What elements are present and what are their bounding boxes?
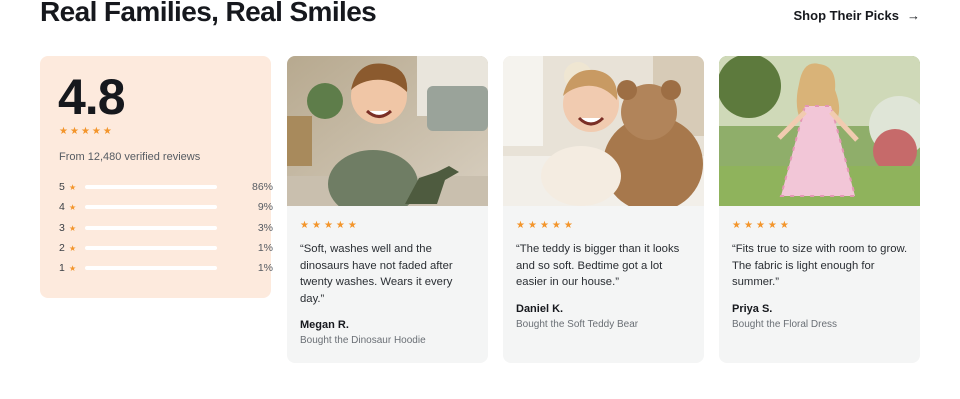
star-icon: ★ (779, 220, 789, 231)
distribution-star-count: 3 (59, 222, 65, 234)
star-icon: ★ (755, 220, 765, 231)
rating-distribution-row: 3 ★ 3% (59, 222, 273, 234)
star-icon: ★ (335, 220, 345, 231)
distribution-star-count: 5 (59, 181, 65, 193)
star-icon: ★ (69, 126, 79, 137)
arrow-right-icon: → (907, 8, 920, 23)
star-icon: ★ (102, 126, 112, 137)
review-card[interactable]: ★ ★ ★ ★ ★ “Soft, washes well and the din… (287, 56, 488, 363)
star-icon: ★ (732, 220, 741, 231)
star-icon: ★ (91, 126, 101, 137)
reviewer-name: Priya S. (732, 303, 773, 315)
child-hugging-teddy-bear-photo (503, 56, 704, 206)
boy-with-toy-dinosaur-photo (287, 56, 488, 206)
rating-distribution-row: 4 ★ 9% (59, 201, 273, 213)
review-stars: ★ ★ ★ ★ ★ (300, 221, 357, 231)
review-card[interactable]: ★ ★ ★ ★ ★ “Fits true to size with room t… (719, 56, 920, 363)
star-icon: ★ (563, 220, 573, 231)
distribution-percent: 3% (257, 222, 273, 234)
star-icon: ★ (539, 220, 549, 231)
star-icon: ★ (527, 220, 537, 231)
review-quote: “The teddy is bigger than it looks and s… (516, 243, 680, 288)
review-quote: “Fits true to size with room to grow. Th… (732, 243, 908, 288)
star-icon: ★ (69, 243, 77, 253)
distribution-bar-track (85, 205, 217, 209)
shop-link-label: Shop Their Picks (793, 8, 899, 23)
distribution-percent: 1% (257, 242, 273, 254)
star-icon: ★ (59, 126, 68, 137)
distribution-percent: 9% (257, 201, 273, 213)
reviewer-name: Daniel K. (516, 303, 564, 315)
star-icon: ★ (347, 220, 357, 231)
star-icon: ★ (767, 220, 777, 231)
page-title: Real Families, Real Smiles (40, 0, 377, 27)
average-rating-stars: ★ ★ ★ ★ ★ (59, 127, 112, 137)
purchased-product: Bought the Floral Dress (732, 319, 838, 330)
distribution-star-count: 4 (59, 201, 65, 213)
star-icon: ★ (69, 182, 77, 192)
star-icon: ★ (300, 220, 309, 231)
star-icon: ★ (80, 126, 90, 137)
average-rating: 4.8 (58, 69, 126, 125)
star-icon: ★ (551, 220, 561, 231)
rating-distribution-row: 5 ★ 86% (59, 181, 273, 193)
review-quote: “Soft, washes well and the dinosaurs hav… (300, 243, 453, 305)
rating-distribution-row: 1 ★ 1% (59, 262, 273, 274)
purchased-product: Bought the Dinosaur Hoodie (300, 335, 426, 346)
review-stars: ★ ★ ★ ★ ★ (516, 221, 573, 231)
review-stars: ★ ★ ★ ★ ★ (732, 221, 789, 231)
distribution-percent: 86% (251, 181, 273, 193)
rating-summary-panel: 4.8 ★ ★ ★ ★ ★ From 12,480 verified revie… (40, 56, 273, 298)
purchased-product: Bought the Soft Teddy Bear (516, 319, 639, 330)
girl-in-floral-dress-photo (719, 56, 920, 206)
star-icon: ★ (69, 202, 77, 212)
distribution-star-count: 1 (59, 262, 65, 274)
distribution-star-count: 2 (59, 242, 65, 254)
star-icon: ★ (323, 220, 333, 231)
rating-distribution-row: 2 ★ 1% (59, 242, 273, 254)
star-icon: ★ (311, 220, 321, 231)
star-icon: ★ (69, 263, 77, 273)
distribution-bar-track (85, 226, 217, 230)
review-count-text: From 12,480 verified reviews (59, 151, 201, 163)
reviewer-name: Megan R. (300, 319, 349, 331)
star-icon: ★ (516, 220, 525, 231)
distribution-bar-track (85, 185, 217, 189)
star-icon: ★ (69, 223, 77, 233)
shop-their-picks-link[interactable]: Shop Their Picks → (794, 8, 920, 23)
distribution-bar-track (85, 266, 217, 270)
distribution-percent: 1% (257, 262, 273, 274)
review-card[interactable]: ★ ★ ★ ★ ★ “The teddy is bigger than it l… (503, 56, 704, 363)
distribution-bar-track (85, 246, 217, 250)
star-icon: ★ (743, 220, 753, 231)
